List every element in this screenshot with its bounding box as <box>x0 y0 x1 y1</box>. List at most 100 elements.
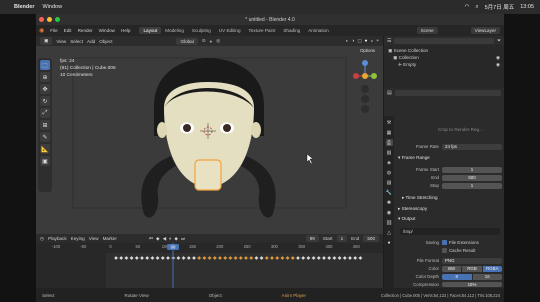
transform-tool-icon[interactable]: ⊞ <box>40 120 50 130</box>
current-frame-field[interactable]: 99 <box>305 235 319 242</box>
viewport-menu-select[interactable]: Select <box>70 39 83 44</box>
zoom-icon[interactable] <box>361 85 369 93</box>
color-rgb-button[interactable]: RGB <box>462 265 482 272</box>
timeline-menu-playback[interactable]: Playback <box>48 236 67 241</box>
outliner-item-collection[interactable]: ▣ Collection ◉ <box>388 54 500 61</box>
tab-shading[interactable]: Shading <box>279 27 304 34</box>
start-frame-field[interactable]: 1 <box>336 235 348 242</box>
data-tab-icon[interactable]: △ <box>386 229 393 236</box>
options-dropdown[interactable]: Options <box>356 47 380 54</box>
blender-logo-icon[interactable]: ◉ <box>36 27 47 34</box>
frame-step-field[interactable]: 1 <box>442 182 502 189</box>
crop-to-render-region[interactable]: Crop to Render Reg... <box>398 127 483 132</box>
status-anim-player[interactable]: Anim Player <box>282 293 306 298</box>
jump-end-icon[interactable]: ⏭ <box>181 236 185 242</box>
rotate-tool-icon[interactable]: ↻ <box>40 96 50 106</box>
constraints-tab-icon[interactable]: ⛓ <box>386 219 393 226</box>
xray-icon[interactable]: ▢ <box>357 38 361 44</box>
play-reverse-icon[interactable]: ◀ <box>163 236 167 242</box>
stereoscopy-section[interactable]: ▸ Stereoscopy <box>398 206 427 212</box>
menubar-date[interactable]: 5月7日 周五 <box>485 3 515 11</box>
overlay-icon[interactable]: ◑ <box>352 38 355 44</box>
color-depth-16-button[interactable]: 16 <box>472 273 502 280</box>
visibility-toggle-icon[interactable]: ◉ <box>496 54 500 61</box>
prev-key-icon[interactable]: ◆ <box>156 236 160 242</box>
output-path-input[interactable]: /tmp/ <box>400 228 500 235</box>
scene-tab-icon[interactable]: ◈ <box>386 159 393 166</box>
tool-tab-icon[interactable]: ⚒ <box>386 119 393 126</box>
viewport-menu-object[interactable]: Object <box>99 39 112 44</box>
jump-start-icon[interactable]: ⏮ <box>149 236 153 242</box>
frame-range-section[interactable]: ▾ Frame Range <box>398 155 430 161</box>
viewport-menu-add[interactable]: Add <box>87 39 95 44</box>
color-rgba-button[interactable]: RGBA <box>482 265 502 272</box>
visibility-icon[interactable]: ◐ <box>346 38 349 44</box>
proportional-edit-icon[interactable]: ◎ <box>216 38 220 44</box>
gizmo-y-axis[interactable] <box>371 73 377 79</box>
next-key-icon[interactable]: ◆ <box>174 236 178 242</box>
menu-edit[interactable]: Edit <box>61 28 75 33</box>
menu-render[interactable]: Render <box>75 28 96 33</box>
output-tab-icon[interactable]: ⎙ <box>385 139 393 146</box>
editor-type-icon[interactable]: ▣ <box>40 37 53 45</box>
view-layer-tab-icon[interactable]: ▧ <box>386 149 393 156</box>
tab-modeling[interactable]: Modeling <box>161 27 188 34</box>
tab-animation[interactable]: Animation <box>304 27 332 34</box>
frame-start-field[interactable]: 1 <box>442 166 502 173</box>
frame-rate-dropdown[interactable]: 24 fps <box>442 143 502 150</box>
material-tab-icon[interactable]: ● <box>386 239 393 246</box>
object-tab-icon[interactable]: ▨ <box>386 179 393 186</box>
rendered-shading-icon[interactable]: ◓ <box>376 38 379 44</box>
selected-object-cube005[interactable] <box>194 159 222 191</box>
frame-end-field[interactable]: 500 <box>442 174 502 181</box>
properties-editor-icon[interactable]: ▤ <box>387 90 392 96</box>
navigation-gizmo[interactable] <box>352 56 378 116</box>
end-frame-field[interactable]: 500 <box>363 235 379 242</box>
time-stretching-section[interactable]: ▸ Time Stretching <box>398 195 438 201</box>
search-icon[interactable]: ⌕ <box>475 4 478 11</box>
tab-texture-paint[interactable]: Texture Paint <box>245 27 280 34</box>
annotate-tool-icon[interactable]: ✎ <box>40 132 50 142</box>
particles-tab-icon[interactable]: ✺ <box>386 199 393 206</box>
pause-icon[interactable]: ⏸ <box>169 236 171 242</box>
tab-layout[interactable]: Layout <box>139 27 162 34</box>
camera-view-icon[interactable] <box>361 105 369 113</box>
color-bw-button[interactable]: BW <box>442 265 462 272</box>
view-layer-selector[interactable]: ViewLayer <box>470 27 500 34</box>
gizmo-center[interactable] <box>362 73 368 79</box>
outliner-item-empty[interactable]: ✛ Empty ◉ <box>388 61 500 68</box>
app-menu-blender[interactable]: Blender <box>14 4 34 10</box>
snap-icon[interactable]: ⌖ <box>210 39 213 44</box>
outliner-item-scene-collection[interactable]: ▣ Scene Collection <box>388 47 500 54</box>
pivot-icon[interactable]: ⊙ <box>202 38 206 44</box>
measure-tool-icon[interactable]: 📐 <box>40 144 50 154</box>
compression-slider[interactable]: 15% <box>442 282 502 287</box>
gizmo-z-axis[interactable] <box>362 60 368 66</box>
world-tab-icon[interactable]: ◍ <box>386 169 393 176</box>
outliner-search-input[interactable] <box>394 37 494 44</box>
timeline-menu-marker[interactable]: Marker <box>103 236 117 241</box>
cache-result-checkbox[interactable] <box>442 248 447 253</box>
scale-tool-icon[interactable]: ⤢ <box>40 108 50 118</box>
filter-icon[interactable]: ⏷ <box>497 38 501 44</box>
scene-selector[interactable]: Scene <box>416 27 438 34</box>
output-section[interactable]: ▾ Output <box>398 216 415 222</box>
tab-sculpting[interactable]: Sculpting <box>188 27 215 34</box>
timeline-menu-keying[interactable]: Keying <box>71 236 85 241</box>
menu-help[interactable]: Help <box>118 28 133 33</box>
pan-icon[interactable] <box>361 95 369 103</box>
tab-uv-editing[interactable]: UV Editing <box>215 27 245 34</box>
menu-window[interactable]: Window <box>96 28 118 33</box>
color-depth-8-button[interactable]: 8 <box>442 273 472 280</box>
material-shading-icon[interactable]: ◒ <box>370 38 373 44</box>
timeline-area[interactable]: -100 -50 0 50 100 150 200 250 300 350 400 450 99 <box>36 243 383 288</box>
wifi-icon[interactable]: ◠ <box>465 4 470 10</box>
menu-window[interactable]: Window <box>42 4 62 10</box>
timeline-editor-icon[interactable]: ◷ <box>40 236 44 242</box>
file-extensions-checkbox[interactable] <box>442 240 447 245</box>
menubar-time[interactable]: 13:05 <box>520 4 534 10</box>
transform-orientation-dropdown[interactable]: Global <box>176 37 198 45</box>
solid-shading-icon[interactable]: ● <box>365 38 368 44</box>
menu-file[interactable]: File <box>47 28 60 33</box>
file-format-dropdown[interactable]: PNG <box>442 257 502 264</box>
